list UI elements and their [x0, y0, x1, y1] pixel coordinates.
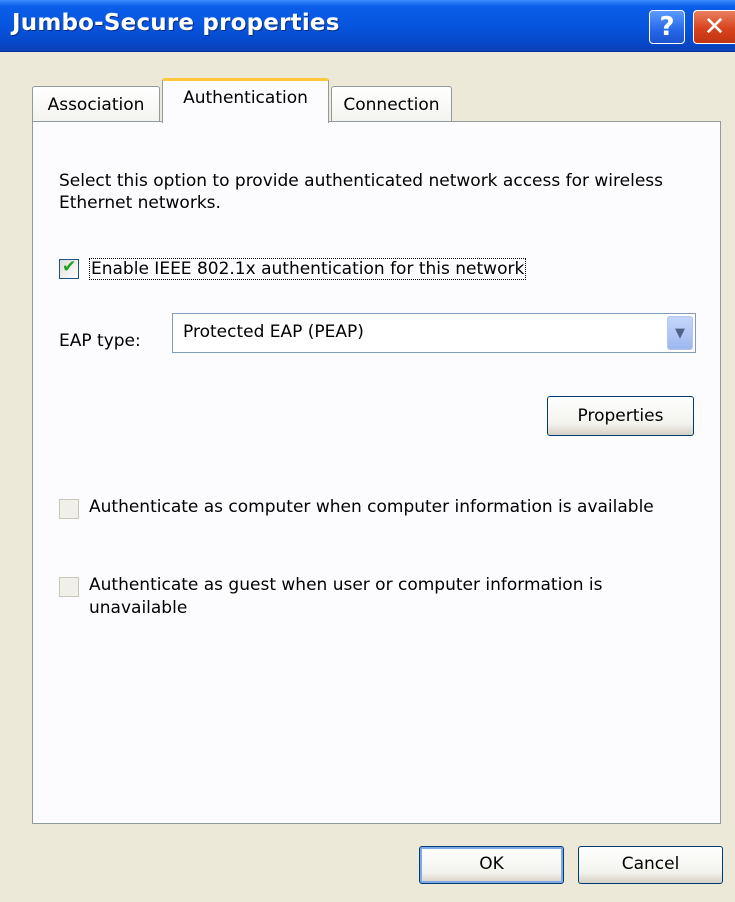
auth-as-computer-label[interactable]: Authenticate as computer when computer i…	[89, 497, 654, 517]
close-icon: ✕	[703, 12, 726, 42]
auth-as-guest-label-line2[interactable]: unavailable	[89, 598, 187, 618]
help-button[interactable]: ?	[649, 10, 685, 44]
help-icon: ?	[659, 12, 675, 42]
tab-association[interactable]: Association	[32, 86, 160, 122]
chevron-down-icon: ▼	[675, 325, 685, 341]
window-title: Jumbo-Secure properties	[12, 10, 340, 36]
title-bar[interactable]: Jumbo-Secure properties ? ✕	[0, 0, 735, 52]
enable-8021x-checkbox[interactable]: ✔	[59, 257, 79, 279]
description-text: Select this option to provide authentica…	[59, 171, 663, 213]
close-button[interactable]: ✕	[693, 10, 735, 44]
eap-type-label: EAP type:	[59, 331, 141, 351]
checkmark-icon: ✔	[62, 257, 77, 277]
dropdown-button[interactable]: ▼	[667, 316, 693, 350]
tab-authentication[interactable]: Authentication	[162, 78, 329, 123]
auth-as-computer-checkbox[interactable]	[59, 499, 79, 519]
auth-as-guest-checkbox[interactable]	[59, 577, 79, 597]
eap-type-select[interactable]: Protected EAP (PEAP) ▼	[172, 313, 696, 353]
enable-8021x-label[interactable]: Enable IEEE 802.1x authentication for th…	[89, 258, 527, 280]
tab-panel-authentication	[32, 121, 721, 824]
properties-button[interactable]: Properties	[547, 396, 694, 436]
eap-type-value: Protected EAP (PEAP)	[183, 322, 364, 342]
ok-button[interactable]: OK	[419, 846, 564, 884]
tab-connection[interactable]: Connection	[331, 86, 452, 122]
cancel-button[interactable]: Cancel	[578, 846, 723, 884]
auth-as-guest-label-line1[interactable]: Authenticate as guest when user or compu…	[89, 575, 602, 595]
